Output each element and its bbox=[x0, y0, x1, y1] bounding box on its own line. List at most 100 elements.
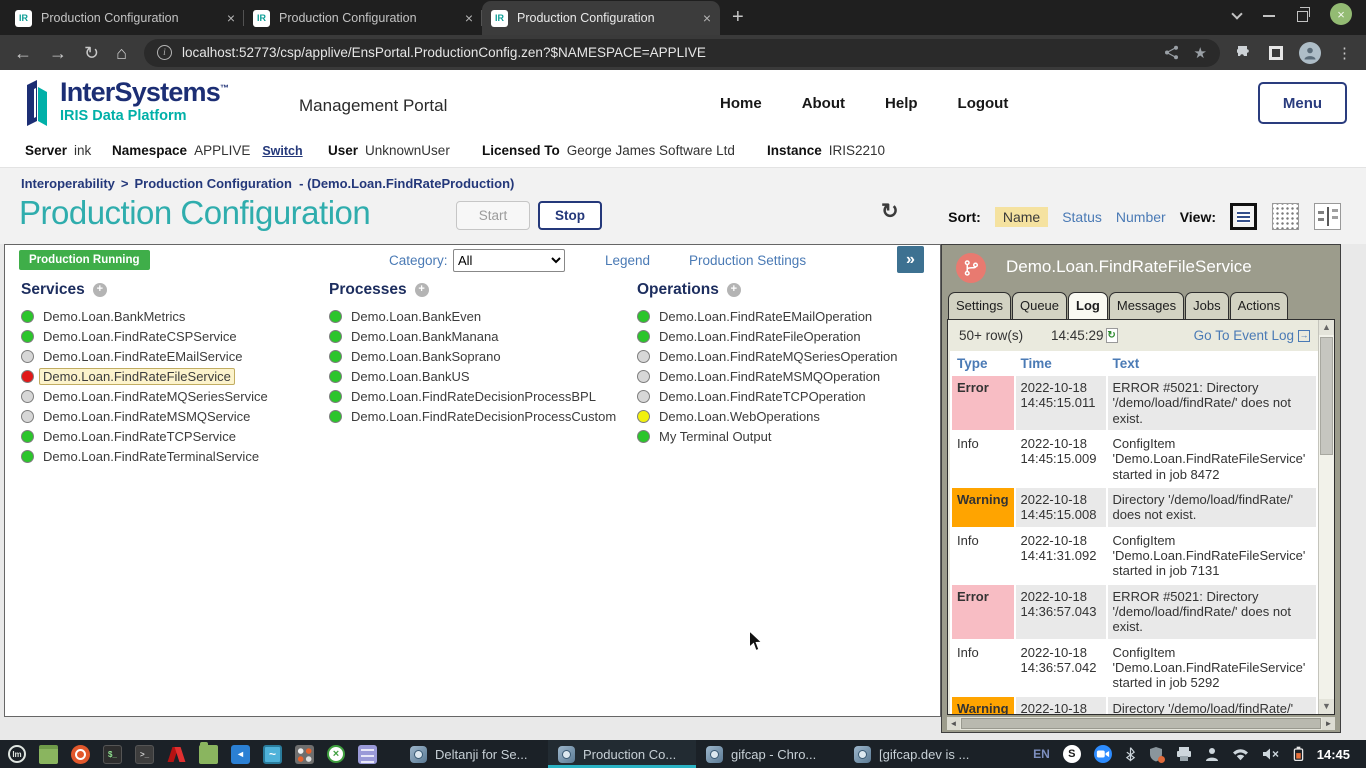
nav-link-logout[interactable]: Logout bbox=[958, 95, 1009, 112]
production-settings-link[interactable]: Production Settings bbox=[689, 253, 806, 268]
go-to-event-log-link[interactable]: Go To Event Log → bbox=[1194, 328, 1310, 343]
system-monitor-icon[interactable] bbox=[263, 745, 282, 764]
extensions-puzzle-icon[interactable] bbox=[1237, 45, 1253, 61]
scroll-right-icon[interactable]: ► bbox=[1322, 717, 1335, 730]
restore-window-icon[interactable] bbox=[1297, 11, 1308, 22]
tab-jobs[interactable]: Jobs bbox=[1185, 292, 1228, 319]
folder-icon[interactable] bbox=[199, 745, 218, 764]
production-item[interactable]: Demo.Loan.FindRateCSPService bbox=[21, 326, 323, 346]
production-item[interactable]: Demo.Loan.FindRateEMailOperation bbox=[637, 306, 939, 326]
split-view-icon[interactable] bbox=[1314, 203, 1341, 230]
tab-close-icon[interactable]: × bbox=[703, 10, 711, 26]
taskbar-window-button[interactable]: [gifcap.dev is ... bbox=[844, 740, 992, 768]
add-operations-button[interactable]: + bbox=[727, 283, 741, 297]
log-row[interactable]: Info2022-10-18 14:41:31.092ConfigItem 'D… bbox=[952, 529, 1316, 583]
tab-settings[interactable]: Settings bbox=[948, 292, 1011, 319]
production-item[interactable]: Demo.Loan.FindRateTCPOperation bbox=[637, 386, 939, 406]
production-item[interactable]: Demo.Loan.FindRateDecisionProcessBPL bbox=[329, 386, 631, 406]
file-manager-icon[interactable] bbox=[39, 745, 58, 764]
volume-muted-icon[interactable] bbox=[1262, 747, 1280, 761]
tab-queue[interactable]: Queue bbox=[1012, 292, 1067, 319]
wifi-icon[interactable] bbox=[1232, 748, 1249, 761]
zoom-icon[interactable] bbox=[1094, 745, 1112, 763]
nav-link-home[interactable]: Home bbox=[720, 95, 762, 112]
diagnostics-icon[interactable] bbox=[327, 745, 345, 763]
sort-option-number[interactable]: Number bbox=[1116, 209, 1166, 225]
production-item[interactable]: Demo.Loan.FindRateEMailService bbox=[21, 346, 323, 366]
log-row[interactable]: Info2022-10-18 14:36:57.042ConfigItem 'D… bbox=[952, 641, 1316, 695]
terminal-icon[interactable] bbox=[103, 745, 122, 764]
profile-avatar[interactable] bbox=[1299, 42, 1321, 64]
production-item[interactable]: Demo.Loan.FindRateTerminalService bbox=[21, 446, 323, 466]
back-icon[interactable]: ← bbox=[14, 44, 32, 62]
production-item[interactable]: Demo.Loan.BankManana bbox=[329, 326, 631, 346]
log-refresh-icon[interactable]: ↻ bbox=[1106, 328, 1118, 343]
new-tab-button[interactable]: + bbox=[732, 7, 744, 27]
battery-icon[interactable] bbox=[1293, 746, 1304, 762]
production-item[interactable]: Demo.Loan.FindRateMQSeriesService bbox=[21, 386, 323, 406]
scrollbar-thumb[interactable] bbox=[1320, 337, 1333, 455]
log-column-text[interactable]: Text bbox=[1108, 353, 1316, 374]
start-button[interactable]: Start bbox=[456, 201, 530, 230]
home-icon[interactable]: ⌂ bbox=[116, 44, 127, 62]
log-horizontal-scrollbar[interactable]: ◄ ► bbox=[947, 717, 1335, 730]
list-view-icon[interactable] bbox=[1230, 203, 1257, 230]
log-column-time[interactable]: Time bbox=[1016, 353, 1106, 374]
scroll-down-icon[interactable]: ▼ bbox=[1319, 699, 1334, 714]
browser-tab[interactable]: IRProduction Configuration× bbox=[6, 1, 244, 35]
browser-tab[interactable]: IRProduction Configuration× bbox=[482, 1, 720, 35]
notes-icon[interactable] bbox=[358, 745, 377, 764]
sort-option-status[interactable]: Status bbox=[1062, 209, 1102, 225]
tab-search-chevron-icon[interactable] bbox=[1231, 8, 1242, 19]
reload-icon[interactable]: ↻ bbox=[84, 44, 99, 62]
legend-link[interactable]: Legend bbox=[605, 253, 650, 268]
grid-view-icon[interactable] bbox=[1272, 203, 1299, 230]
sort-option-name[interactable]: Name bbox=[995, 207, 1048, 227]
calculator-icon[interactable] bbox=[295, 745, 314, 764]
switch-namespace-link[interactable]: Switch bbox=[262, 144, 302, 158]
menu-button[interactable]: Menu bbox=[1258, 82, 1347, 124]
log-row[interactable]: Error2022-10-18 14:45:15.011ERROR #5021:… bbox=[952, 376, 1316, 430]
language-indicator[interactable]: EN bbox=[1033, 747, 1050, 761]
log-column-type[interactable]: Type bbox=[952, 353, 1014, 374]
production-item[interactable]: My Terminal Output bbox=[637, 426, 939, 446]
log-row[interactable]: Error2022-10-18 14:36:57.043ERROR #5021:… bbox=[952, 585, 1316, 639]
category-select[interactable]: All bbox=[453, 249, 565, 272]
production-item[interactable]: Demo.Loan.BankSoprano bbox=[329, 346, 631, 366]
share-icon[interactable] bbox=[1164, 45, 1179, 60]
taskbar-window-button[interactable]: Production Co... bbox=[548, 740, 696, 768]
production-item[interactable]: Demo.Loan.FindRateMSMQService bbox=[21, 406, 323, 426]
scrollbar-thumb-horizontal[interactable] bbox=[961, 718, 1321, 729]
app-orange-icon[interactable] bbox=[71, 745, 90, 764]
nav-link-about[interactable]: About bbox=[802, 95, 845, 112]
breadcrumb-section[interactable]: Interoperability bbox=[21, 176, 115, 191]
user-icon[interactable] bbox=[1205, 747, 1219, 761]
production-item[interactable]: Demo.Loan.BankEven bbox=[329, 306, 631, 326]
expand-panel-button[interactable]: » bbox=[897, 246, 924, 273]
terminal-alt-icon[interactable] bbox=[135, 745, 154, 764]
log-row[interactable]: Warning2022-10-18 14:36:57.041Directory … bbox=[952, 697, 1316, 714]
production-item[interactable]: Demo.Loan.BankUS bbox=[329, 366, 631, 386]
vscode-icon[interactable] bbox=[231, 745, 250, 764]
production-item[interactable]: Demo.Loan.FindRateFileService bbox=[21, 366, 323, 386]
url-field[interactable]: i localhost:52773/csp/applive/EnsPortal.… bbox=[144, 39, 1220, 67]
tab-messages[interactable]: Messages bbox=[1109, 292, 1184, 319]
production-item[interactable]: Demo.Loan.FindRateMQSeriesOperation bbox=[637, 346, 939, 366]
bluetooth-icon[interactable] bbox=[1125, 746, 1136, 762]
scroll-left-icon[interactable]: ◄ bbox=[947, 717, 960, 730]
production-item[interactable]: Demo.Loan.FindRateTCPService bbox=[21, 426, 323, 446]
production-item[interactable]: Demo.Loan.FindRateDecisionProcessCustom bbox=[329, 406, 631, 426]
close-window-icon[interactable]: × bbox=[1330, 3, 1352, 25]
add-services-button[interactable]: + bbox=[93, 283, 107, 297]
bookmark-star-icon[interactable]: ★ bbox=[1194, 44, 1207, 62]
page-info-icon[interactable]: i bbox=[157, 45, 172, 60]
taskbar-window-button[interactable]: Deltanji for Se... bbox=[400, 740, 548, 768]
extension-icon[interactable] bbox=[1269, 46, 1283, 60]
refresh-icon[interactable]: ↻ bbox=[881, 199, 899, 224]
production-item[interactable]: Demo.Loan.WebOperations bbox=[637, 406, 939, 426]
log-row[interactable]: Warning2022-10-18 14:45:15.008Directory … bbox=[952, 488, 1316, 527]
production-item[interactable]: Demo.Loan.FindRateMSMQOperation bbox=[637, 366, 939, 386]
taskbar-clock[interactable]: 14:45 bbox=[1317, 747, 1350, 762]
shield-icon[interactable] bbox=[1149, 746, 1163, 762]
skype-icon[interactable]: S bbox=[1063, 745, 1081, 763]
